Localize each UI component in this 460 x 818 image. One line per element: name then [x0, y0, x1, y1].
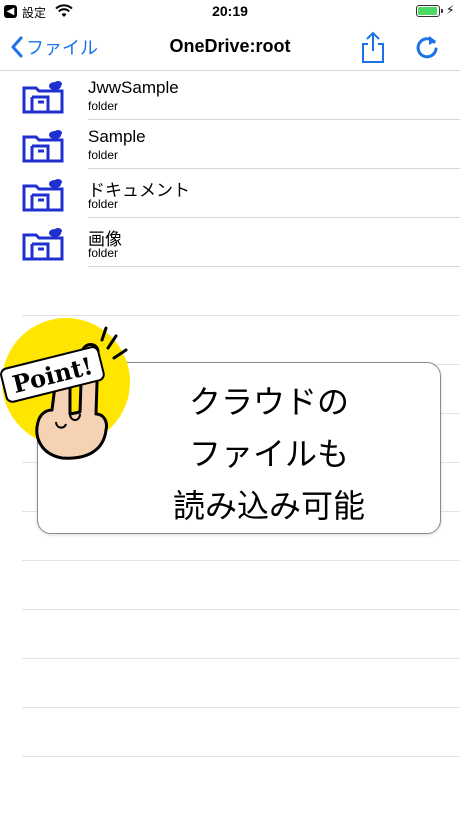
cloud-folder-icon	[22, 81, 64, 114]
empty-row	[22, 267, 460, 316]
list-item[interactable]: ドキュメント folder	[0, 169, 460, 218]
empty-row	[22, 610, 460, 659]
battery-tip	[441, 9, 443, 13]
list-item[interactable]: Sample folder	[0, 120, 460, 169]
file-kind: folder	[88, 99, 119, 113]
empty-row	[22, 561, 460, 610]
file-name: Sample	[88, 127, 146, 146]
navigation-bar: ファイル OneDrive:root	[0, 24, 460, 71]
refresh-icon[interactable]	[413, 32, 441, 62]
list-item[interactable]: JwwSample folder	[0, 71, 460, 120]
charging-icon: ⚡	[446, 3, 455, 17]
empty-row	[22, 708, 460, 757]
cloud-folder-icon	[22, 179, 64, 212]
file-kind: folder	[88, 148, 119, 162]
file-name: JwwSample	[88, 78, 179, 97]
battery-icon	[416, 5, 440, 17]
file-kind: folder	[88, 197, 119, 211]
clock: 20:19	[212, 3, 248, 19]
status-bar: ◀ 設定 20:19 ⚡	[0, 0, 460, 24]
empty-row	[22, 659, 460, 708]
list-item[interactable]: 画像 folder	[0, 218, 460, 267]
cloud-folder-icon	[22, 228, 64, 261]
share-icon[interactable]	[360, 30, 386, 64]
file-kind: folder	[88, 246, 119, 260]
page-title: OneDrive:root	[169, 36, 291, 56]
point-badge: Point!	[0, 318, 130, 460]
file-list: JwwSample folder Sample folder ドキュメント fo…	[0, 71, 460, 267]
cloud-folder-icon	[22, 130, 64, 163]
callout-line-3: 読み込み可能	[172, 488, 365, 524]
